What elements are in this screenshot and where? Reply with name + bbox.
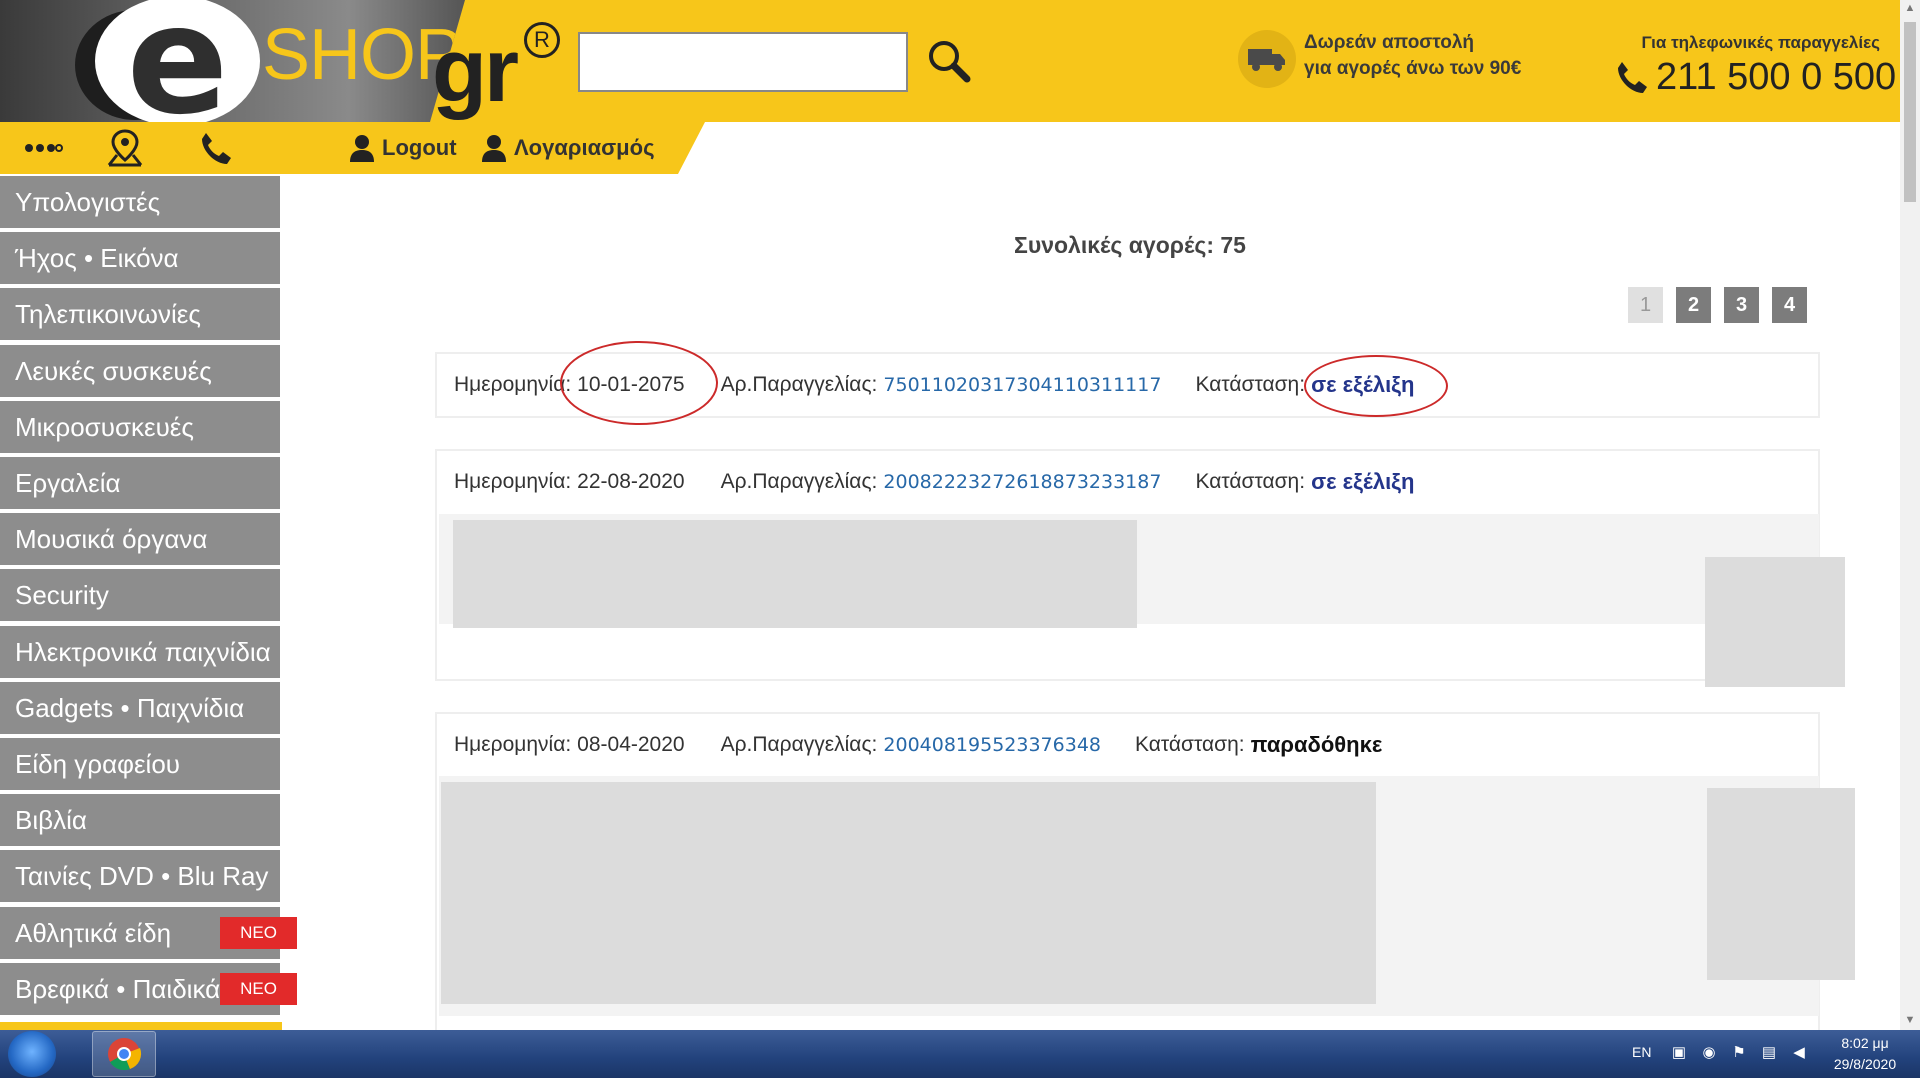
free-shipping-line1: Δωρεάν αποστολή bbox=[1304, 32, 1475, 53]
chrome-taskbar-button[interactable] bbox=[92, 1031, 156, 1077]
order-date: 08-04-2020 bbox=[577, 733, 685, 756]
free-shipping-line2: για αγορές άνω των 90€ bbox=[1304, 58, 1522, 79]
category-office-supplies[interactable]: Είδη γραφείου bbox=[0, 738, 280, 790]
logo-e: e bbox=[95, 0, 260, 122]
category-audio-video[interactable]: Ήχος • Εικόνα bbox=[0, 232, 280, 284]
order-status-label: Κατάσταση: bbox=[1195, 470, 1306, 493]
order-id-label: Αρ.Παραγγελίας: bbox=[720, 733, 878, 756]
volume-icon[interactable]: ◀ bbox=[1790, 1044, 1808, 1062]
new-badge: ΝΕΟ bbox=[220, 973, 297, 1005]
category-sports-row: Αθλητικά είδη ΝΕΟ bbox=[0, 907, 300, 959]
category-books[interactable]: Βιβλία bbox=[0, 794, 280, 846]
order-id-link[interactable]: 75011020317304110311117 bbox=[883, 374, 1161, 396]
account-label: Λογαριασμός bbox=[514, 135, 655, 160]
flag-icon[interactable]: ⚑ bbox=[1730, 1044, 1748, 1062]
more-icon[interactable] bbox=[22, 128, 64, 168]
redacted-product bbox=[441, 782, 1376, 1004]
order-status: παραδόθηκε bbox=[1250, 732, 1383, 757]
monitor-icon[interactable]: ▣ bbox=[1670, 1044, 1688, 1062]
category-musical-instruments[interactable]: Μουσικά όργανα bbox=[0, 513, 280, 565]
map-pin-icon[interactable] bbox=[104, 128, 146, 168]
chrome-icon bbox=[108, 1038, 142, 1071]
category-security[interactable]: Security bbox=[0, 569, 280, 621]
category-video-games[interactable]: Ηλεκτρονικά παιχνίδια bbox=[0, 626, 280, 678]
scroll-down-arrow-icon[interactable]: ▼ bbox=[1900, 1012, 1920, 1028]
user-icon bbox=[350, 135, 374, 162]
logo-gr-text: gr bbox=[432, 21, 519, 121]
phone-icon bbox=[1614, 60, 1648, 96]
account-link[interactable]: Λογαριασμός bbox=[482, 130, 655, 166]
order-status-label: Κατάσταση: bbox=[1135, 733, 1245, 756]
order-date-label: Ημερομηνία: bbox=[454, 733, 572, 756]
page-3-button[interactable]: 3 bbox=[1724, 287, 1759, 323]
sidebar-bottom-bar bbox=[0, 1022, 282, 1030]
category-baby-row: Βρεφικά • Παιδικά ΝΕΟ bbox=[0, 963, 300, 1015]
page-1-button[interactable]: 1 bbox=[1628, 287, 1663, 323]
category-small-appliances[interactable]: Μικροσυσκευές bbox=[0, 401, 280, 453]
order-id-link[interactable]: 20082223272618873233187 bbox=[883, 471, 1161, 493]
order-header: Ημερομηνία: 08-04-2020 Αρ.Παραγγελίας: 2… bbox=[454, 714, 1382, 776]
annotation-circle-status bbox=[1304, 355, 1448, 417]
category-movies[interactable]: Ταινίες DVD • Blu Ray bbox=[0, 850, 280, 902]
total-purchases: Συνολικές αγορές: 75 bbox=[1014, 232, 1246, 258]
redacted-product bbox=[453, 520, 1137, 628]
truck-icon bbox=[1238, 30, 1296, 88]
order-status-label: Κατάσταση: bbox=[1195, 373, 1306, 396]
category-telecom[interactable]: Τηλεπικοινωνίες bbox=[0, 288, 280, 340]
redacted-image bbox=[1707, 788, 1855, 980]
shield-icon[interactable]: ◉ bbox=[1700, 1044, 1718, 1062]
clock-time[interactable]: 8:02 μμ bbox=[1830, 1035, 1900, 1051]
phone-orders-caption: Για τηλεφωνικές παραγγελίες bbox=[1641, 33, 1881, 52]
start-button[interactable] bbox=[8, 1031, 56, 1077]
order-date-label: Ημερομηνία: bbox=[454, 373, 572, 396]
network-icon[interactable]: ▤ bbox=[1760, 1044, 1778, 1062]
logo[interactable]: e SHOP bbox=[0, 0, 465, 122]
order-date-label: Ημερομηνία: bbox=[454, 470, 572, 493]
order-id-label: Αρ.Παραγγελίας: bbox=[720, 373, 878, 396]
scrollbar-thumb[interactable] bbox=[1904, 22, 1916, 202]
order-status: σε εξέλιξη bbox=[1311, 469, 1415, 494]
search-input[interactable] bbox=[578, 32, 908, 92]
category-gadgets-toys[interactable]: Gadgets • Παιχνίδια bbox=[0, 682, 280, 734]
order-id-link[interactable]: 200408195523376348 bbox=[883, 734, 1101, 756]
phone-number[interactable]: 211 500 0 500 bbox=[1656, 56, 1896, 99]
registered-mark: R bbox=[524, 22, 560, 58]
category-white-appliances[interactable]: Λευκές συσκευές bbox=[0, 345, 280, 397]
phone-icon[interactable] bbox=[196, 128, 236, 168]
order-id-label: Αρ.Παραγγελίας: bbox=[720, 470, 878, 493]
new-badge: ΝΕΟ bbox=[220, 917, 297, 949]
redacted-image bbox=[1705, 557, 1845, 687]
logout-link[interactable]: Logout bbox=[350, 130, 457, 166]
language-indicator[interactable]: EN bbox=[1632, 1044, 1651, 1060]
page-4-button[interactable]: 4 bbox=[1772, 287, 1807, 323]
category-computers[interactable]: Υπολογιστές bbox=[0, 176, 280, 228]
clock-date[interactable]: 29/8/2020 bbox=[1820, 1056, 1910, 1072]
page-2-button[interactable]: 2 bbox=[1676, 287, 1711, 323]
annotation-circle-date bbox=[560, 341, 718, 425]
scroll-up-arrow-icon[interactable]: ▲ bbox=[1900, 0, 1920, 16]
logout-label: Logout bbox=[382, 135, 457, 160]
search-icon[interactable] bbox=[925, 37, 973, 85]
order-date: 22-08-2020 bbox=[577, 470, 685, 493]
order-header: Ημερομηνία: 22-08-2020 Αρ.Παραγγελίας: 2… bbox=[454, 451, 1414, 513]
user-icon bbox=[482, 135, 506, 162]
category-tools[interactable]: Εργαλεία bbox=[0, 457, 280, 509]
